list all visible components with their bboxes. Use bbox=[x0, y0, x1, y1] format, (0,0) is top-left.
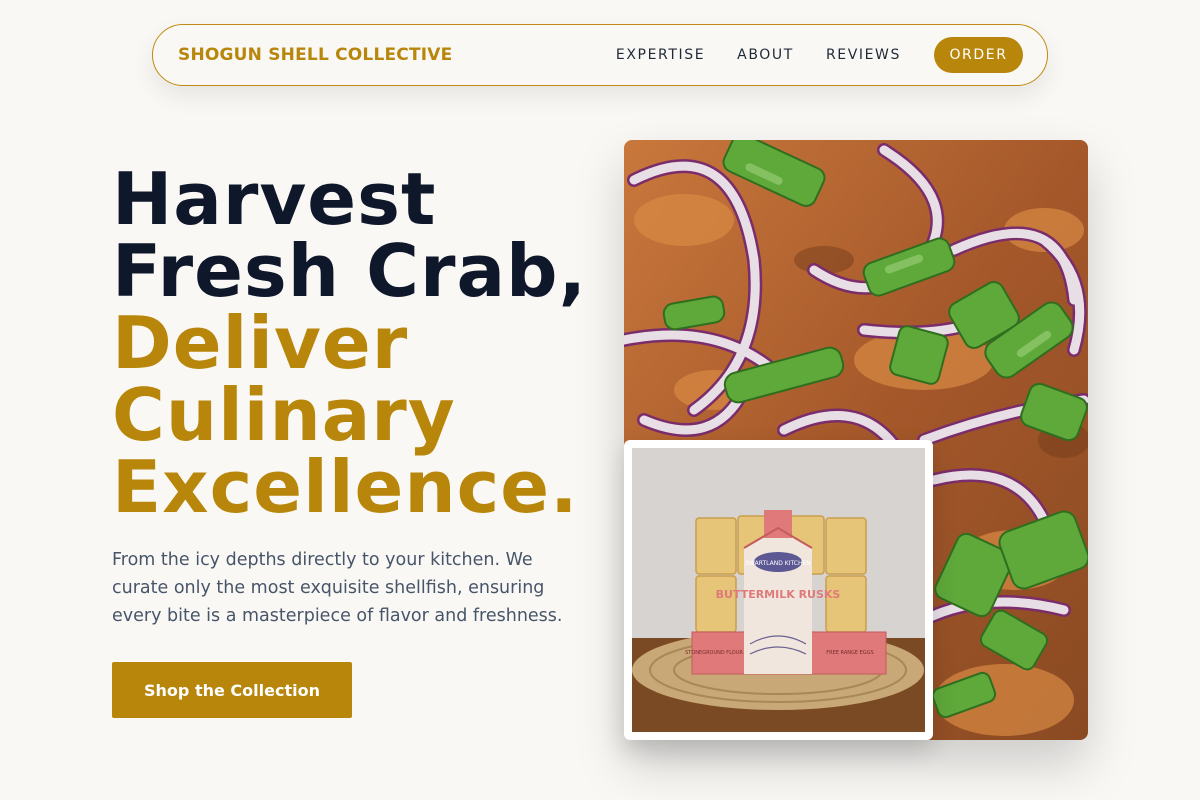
hero-title-line-accent: Excellence. bbox=[112, 445, 579, 529]
nav-link-reviews[interactable]: REVIEWS bbox=[826, 47, 901, 63]
secondary-product-image: SWARTLAND KITCHEN BUTTERMILK RUSKS STONE… bbox=[624, 440, 933, 740]
package-right-text: FREE RANGE EGGS bbox=[826, 650, 873, 656]
rusks-package-illustration: SWARTLAND KITCHEN BUTTERMILK RUSKS STONE… bbox=[632, 448, 925, 732]
package-left-text: STONEGROUND FLOUR bbox=[685, 650, 743, 656]
package-brand-text: SWARTLAND KITCHEN bbox=[745, 560, 811, 567]
shop-collection-button[interactable]: Shop the Collection bbox=[112, 662, 352, 718]
nav-link-expertise[interactable]: EXPERTISE bbox=[616, 47, 705, 63]
hero-title-line: Harvest bbox=[112, 157, 437, 241]
nav-link-about[interactable]: ABOUT bbox=[737, 47, 794, 63]
brand-logo[interactable]: SHOGUN SHELL COLLECTIVE bbox=[178, 45, 452, 65]
hero-title: Harvest Fresh Crab, Deliver Culinary Exc… bbox=[112, 163, 632, 523]
package-name-text: BUTTERMILK RUSKS bbox=[716, 588, 841, 601]
hero-title-line-accent: Culinary bbox=[112, 373, 456, 457]
hero-title-line-accent: Deliver bbox=[112, 301, 409, 385]
hero-title-line: Fresh Crab, bbox=[112, 229, 587, 313]
order-button[interactable]: ORDER bbox=[934, 37, 1023, 73]
top-navigation: SHOGUN SHELL COLLECTIVE EXPERTISE ABOUT … bbox=[152, 24, 1048, 86]
nav-links: EXPERTISE ABOUT REVIEWS bbox=[616, 47, 901, 63]
hero-description: From the icy depths directly to your kit… bbox=[112, 550, 563, 626]
